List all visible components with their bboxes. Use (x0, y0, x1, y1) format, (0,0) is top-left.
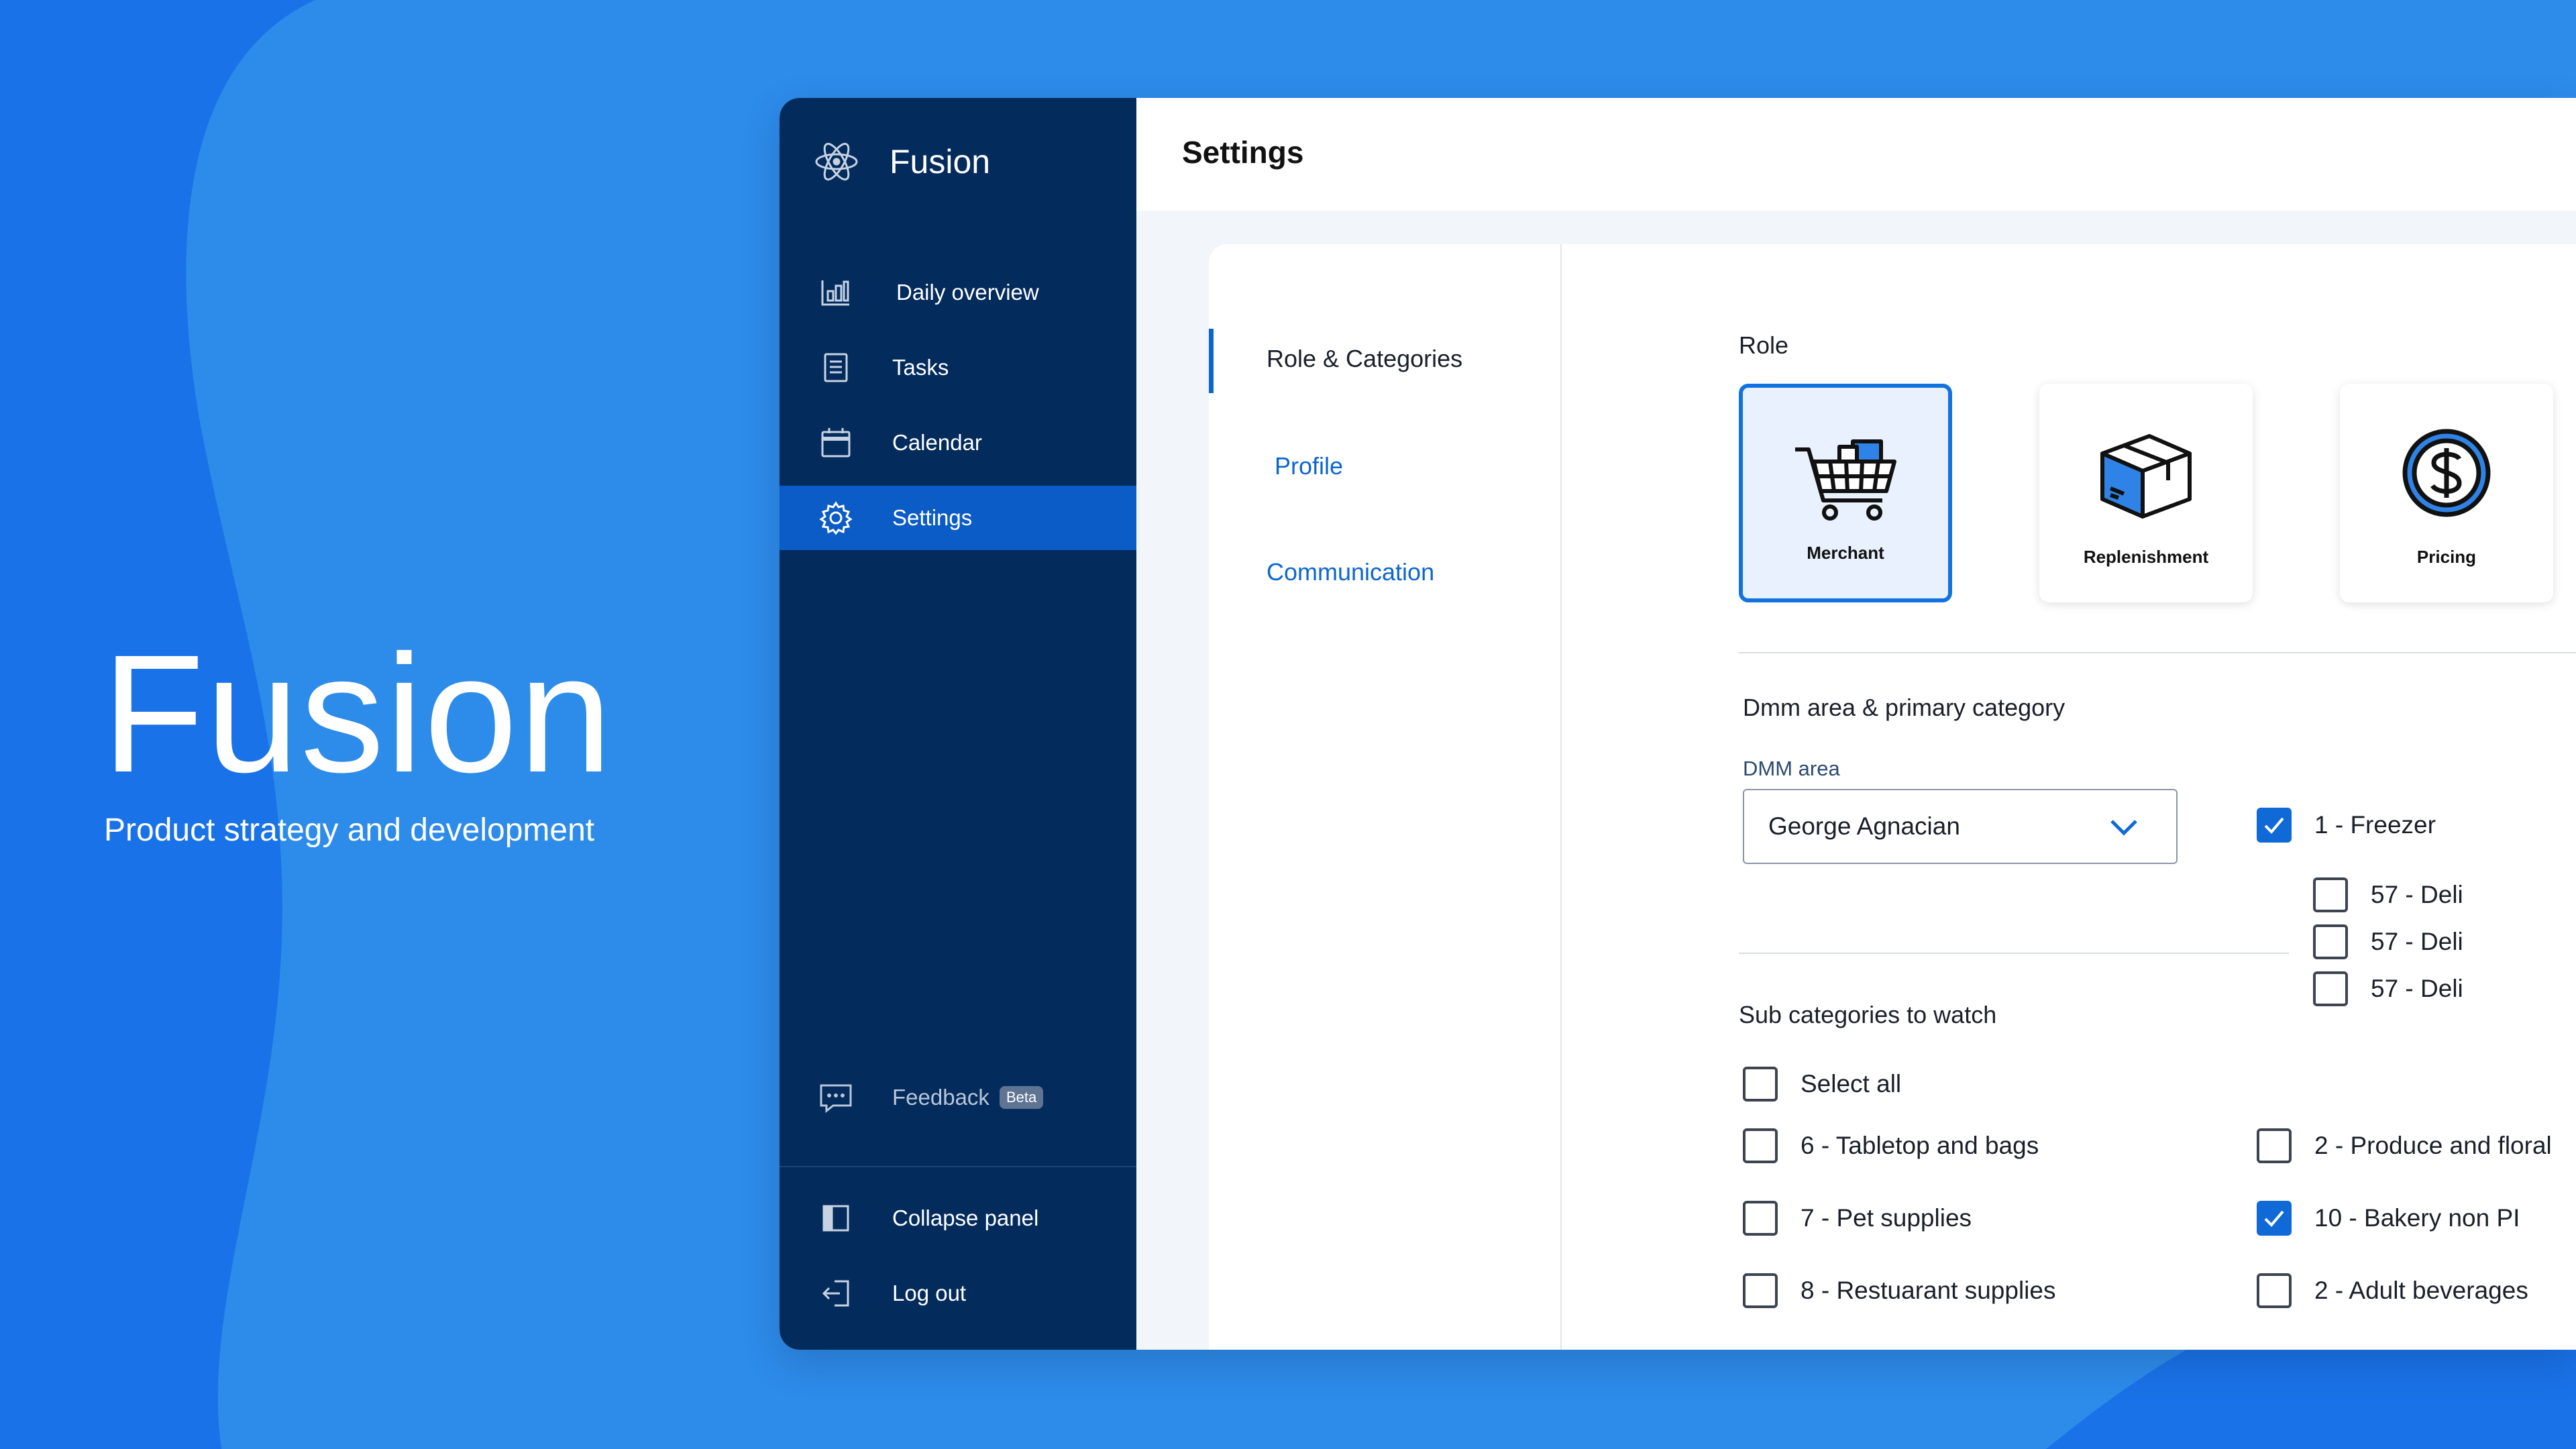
sidebar-item-calendar[interactable]: Calendar (780, 411, 1136, 475)
collapse-label: Collapse panel (892, 1205, 1039, 1230)
document-icon (824, 353, 848, 382)
settings-content: Role Merchant Replenishment Pricing Dmm … (1562, 244, 2576, 1350)
shopping-cart-icon (1795, 439, 1896, 521)
dmm-field-label: DMM area (1743, 757, 1840, 780)
beta-badge: Beta (1000, 1086, 1044, 1109)
settings-subnav: Role & Categories Profile Communication (1209, 244, 1562, 1350)
calendar-icon (821, 428, 851, 458)
checkbox-box[interactable] (2257, 1128, 2292, 1163)
active-indicator (1209, 329, 1214, 393)
feedback-label: Feedback (892, 1085, 989, 1110)
dmm-area-value: George Agnacian (1768, 812, 1960, 840)
checkbox-box[interactable] (2257, 1201, 2292, 1236)
checkbox-box[interactable] (2313, 924, 2348, 959)
category-checkbox[interactable]: 1 - Freezer (2257, 808, 2436, 843)
role-card-replenishment[interactable]: Replenishment (2039, 384, 2253, 602)
chevron-down-icon (2110, 820, 2137, 836)
checkbox-label: 10 - Bakery non PI (2314, 1204, 2520, 1232)
category-checkbox[interactable]: 57 - Deli (2313, 971, 2463, 1006)
settings-card: Role & Categories Profile Communication … (1209, 244, 2576, 1350)
subnav-profile[interactable]: Profile (1275, 452, 1343, 480)
checkbox-box[interactable] (2257, 808, 2292, 843)
chat-icon (820, 1084, 852, 1114)
sidebar-item-logout[interactable]: Log out (780, 1261, 1136, 1326)
app-window: Fusion Daily overview Tasks Calendar Set… (780, 98, 2576, 1350)
hero-title: Fusion (102, 620, 614, 807)
sidebar-item-settings[interactable]: Settings (780, 486, 1136, 550)
sidebar-item-label: Tasks (892, 355, 949, 380)
role-title: Role (1739, 331, 1789, 359)
checkbox-label: 57 - Deli (2371, 881, 2463, 908)
role-label: Merchant (1807, 543, 1884, 563)
page-title: Settings (1182, 135, 1304, 170)
category-checkbox[interactable]: 57 - Deli (2313, 877, 2463, 912)
collapse-panel-icon (822, 1205, 849, 1232)
subnav-role-categories[interactable]: Role & Categories (1267, 345, 1462, 373)
sidebar-item-tasks[interactable]: Tasks (780, 335, 1136, 400)
sidebar-item-collapse[interactable]: Collapse panel (780, 1186, 1136, 1250)
checkbox-label: 57 - Deli (2371, 975, 2463, 1002)
checkbox-label: 1 - Freezer (2314, 811, 2436, 839)
checkbox-box[interactable] (2313, 877, 2348, 912)
dollar-icon (2402, 429, 2491, 517)
logout-label: Log out (892, 1281, 967, 1305)
category-checkbox[interactable]: 57 - Deli (2313, 924, 2463, 959)
checkbox-box[interactable] (2257, 1273, 2292, 1308)
subcat-checkbox[interactable]: 10 - Bakery non PI (2257, 1201, 2520, 1236)
subcat-checkbox[interactable]: 8 - Restuarant supplies (1743, 1273, 2055, 1308)
brand[interactable]: Fusion (813, 138, 990, 185)
sidebar-item-label: Calendar (892, 430, 982, 455)
checkbox-box[interactable] (1743, 1128, 1778, 1163)
checkbox-box[interactable] (2313, 971, 2348, 1006)
role-label: Pricing (2416, 547, 2477, 567)
subcat-checkbox[interactable]: 2 - Produce and floral (2257, 1128, 2552, 1163)
checkbox-box[interactable] (1743, 1201, 1778, 1236)
checkbox-label: 2 - Adult beverages (2314, 1277, 2528, 1304)
checkbox-box[interactable] (1743, 1067, 1778, 1102)
subcat-checkbox[interactable]: 7 - Pet supplies (1743, 1201, 1972, 1236)
subnav-communication[interactable]: Communication (1267, 558, 1434, 586)
checkbox-label: 7 - Pet supplies (1801, 1204, 1972, 1232)
divider (1739, 953, 2289, 954)
dmm-area-select[interactable]: George Agnacian (1743, 789, 2178, 864)
sidebar-item-label: Settings (892, 505, 973, 530)
checkbox-box[interactable] (1743, 1273, 1778, 1308)
atom-logo-icon (815, 142, 858, 181)
hero-subtitle: Product strategy and development (104, 812, 595, 848)
sidebar-item-label: Daily overview (896, 280, 1039, 305)
gear-icon (819, 501, 853, 535)
dmm-title: Dmm area & primary category (1743, 694, 2065, 721)
checkbox-label: 57 - Deli (2371, 928, 2463, 955)
bar-chart-icon (821, 280, 849, 306)
logout-icon (822, 1280, 849, 1307)
role-label: Replenishment (2083, 547, 2209, 567)
divider (1739, 652, 2576, 653)
role-card-pricing[interactable]: Pricing (2340, 384, 2553, 602)
select-all-checkbox[interactable]: Select all (1743, 1067, 1901, 1102)
subcat-checkbox[interactable]: 6 - Tabletop and bags (1743, 1128, 2039, 1163)
sidebar-item-daily-overview[interactable]: Daily overview (780, 260, 1136, 325)
check-icon (2264, 817, 2284, 834)
checkbox-label: 8 - Restuarant supplies (1801, 1277, 2056, 1304)
sidebar-item-feedback[interactable]: Feedback Beta (780, 1065, 1136, 1130)
brand-name: Fusion (890, 143, 991, 180)
checkbox-label: 2 - Produce and floral (2314, 1132, 2552, 1159)
sidebar: Fusion Daily overview Tasks Calendar Set… (780, 98, 1136, 1350)
box-icon (2100, 434, 2192, 519)
subcats-title: Sub categories to watch (1739, 1001, 1997, 1028)
role-card-merchant[interactable]: Merchant (1739, 384, 1952, 602)
page-header: Settings (1136, 98, 2576, 211)
checkbox-label: 6 - Tabletop and bags (1801, 1132, 2039, 1159)
check-icon (2264, 1210, 2284, 1227)
checkbox-label: Select all (1801, 1070, 1902, 1097)
subcat-checkbox[interactable]: 2 - Adult beverages (2257, 1273, 2528, 1308)
